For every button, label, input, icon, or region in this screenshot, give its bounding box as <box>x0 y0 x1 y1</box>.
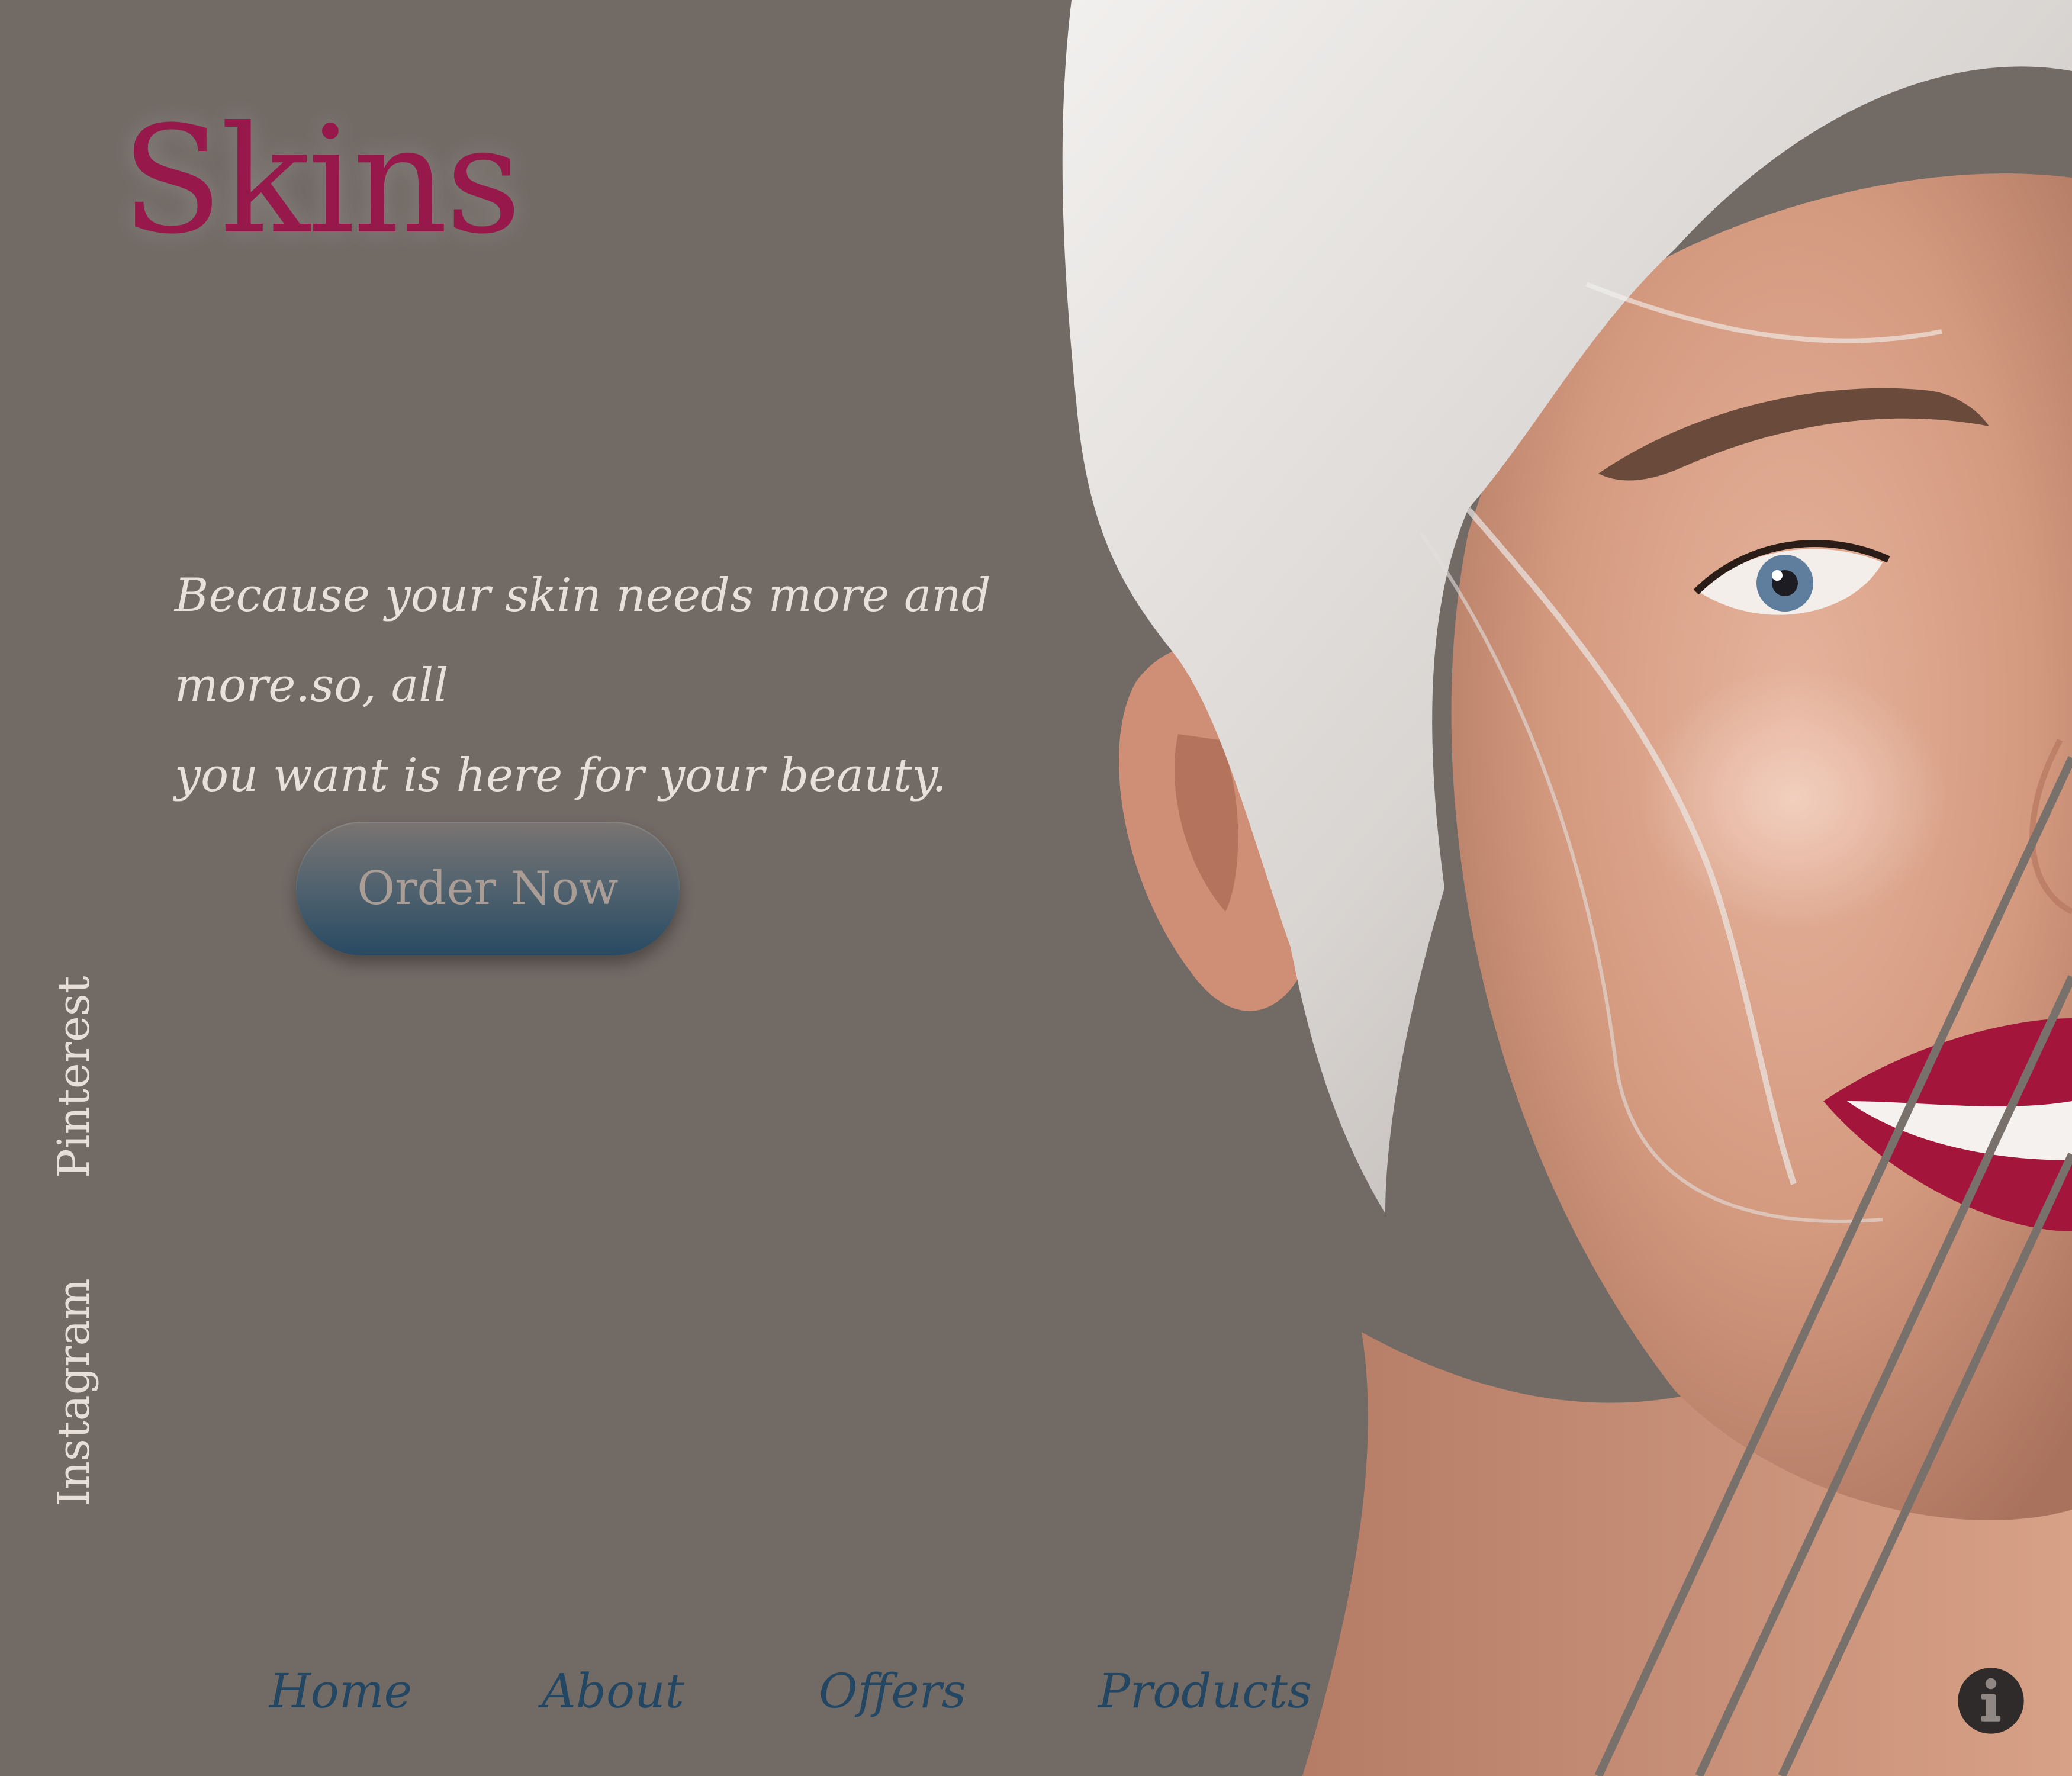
hero-tagline-line-1: Because your skin needs more and more.so… <box>175 569 991 712</box>
pinterest-link[interactable]: Pinterest <box>49 976 99 1178</box>
instagram-link[interactable]: Instagram <box>49 1278 99 1507</box>
info-icon[interactable] <box>1957 1666 2025 1735</box>
hero-tagline-line-2: you want is here for your beauty. <box>175 749 947 802</box>
nav-item-offers[interactable]: Offers <box>819 1664 966 1719</box>
order-now-label: Order Now <box>357 862 619 915</box>
order-now-button[interactable]: Order Now <box>296 822 680 955</box>
hero-tagline: Because your skin needs more and more.so… <box>175 551 1098 821</box>
nav-item-products[interactable]: Products <box>1098 1664 1312 1719</box>
hero-portrait-image <box>1062 0 2072 1776</box>
nav-item-home[interactable]: Home <box>269 1664 412 1719</box>
brand-logo[interactable]: Skins <box>121 107 522 255</box>
nav-item-about[interactable]: About <box>542 1664 684 1719</box>
